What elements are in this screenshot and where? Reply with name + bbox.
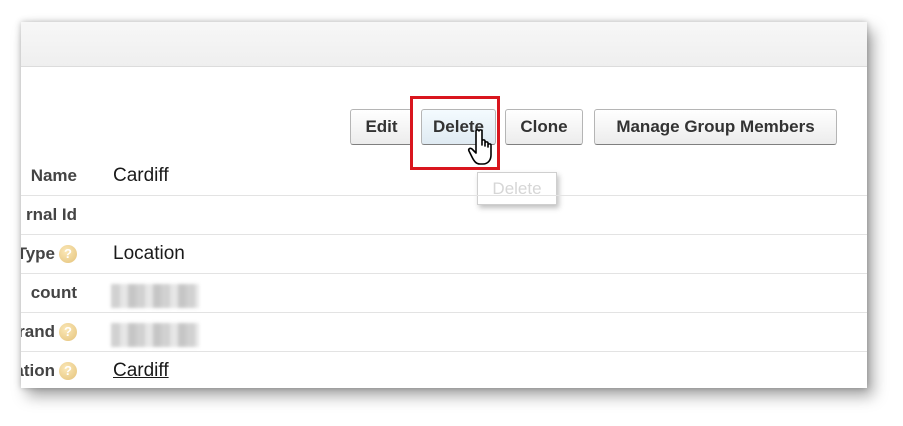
field-row-type: Type? Location [21,235,867,274]
button-toolbar: Edit Delete Clone Manage Group Members [21,109,867,149]
field-row-account: count [21,274,867,313]
field-row-brand: Brand? [21,313,867,352]
record-detail-window: Edit Delete Clone Manage Group Members D… [21,22,867,388]
help-icon[interactable]: ? [59,362,77,380]
field-row-external-id: rnal Id [21,196,867,235]
edit-button[interactable]: Edit [350,109,413,145]
redacted-value [111,323,199,347]
delete-button[interactable]: Delete [421,109,496,145]
detail-fields: Name Cardiff rnal Id Type? Location coun… [21,157,867,388]
manage-group-members-button[interactable]: Manage Group Members [594,109,837,145]
page-header-bar [21,22,867,67]
field-value: Cardiff [113,165,169,186]
field-label: Type? [21,235,77,273]
help-icon[interactable]: ? [59,245,77,263]
field-label: Brand? [21,313,77,351]
location-link[interactable]: Cardiff [113,360,169,381]
field-label: Name [30,166,77,185]
field-row-name: Name Cardiff [21,157,867,196]
field-value: Location [113,243,185,264]
field-label: rnal Id [25,205,77,224]
redacted-value [111,284,199,308]
clone-button[interactable]: Clone [505,109,583,145]
help-icon[interactable]: ? [59,323,77,341]
field-value: Cardiff [113,352,169,388]
field-label: count [30,283,77,302]
field-row-location: cation? Cardiff [21,352,867,388]
field-label: cation? [21,352,77,388]
